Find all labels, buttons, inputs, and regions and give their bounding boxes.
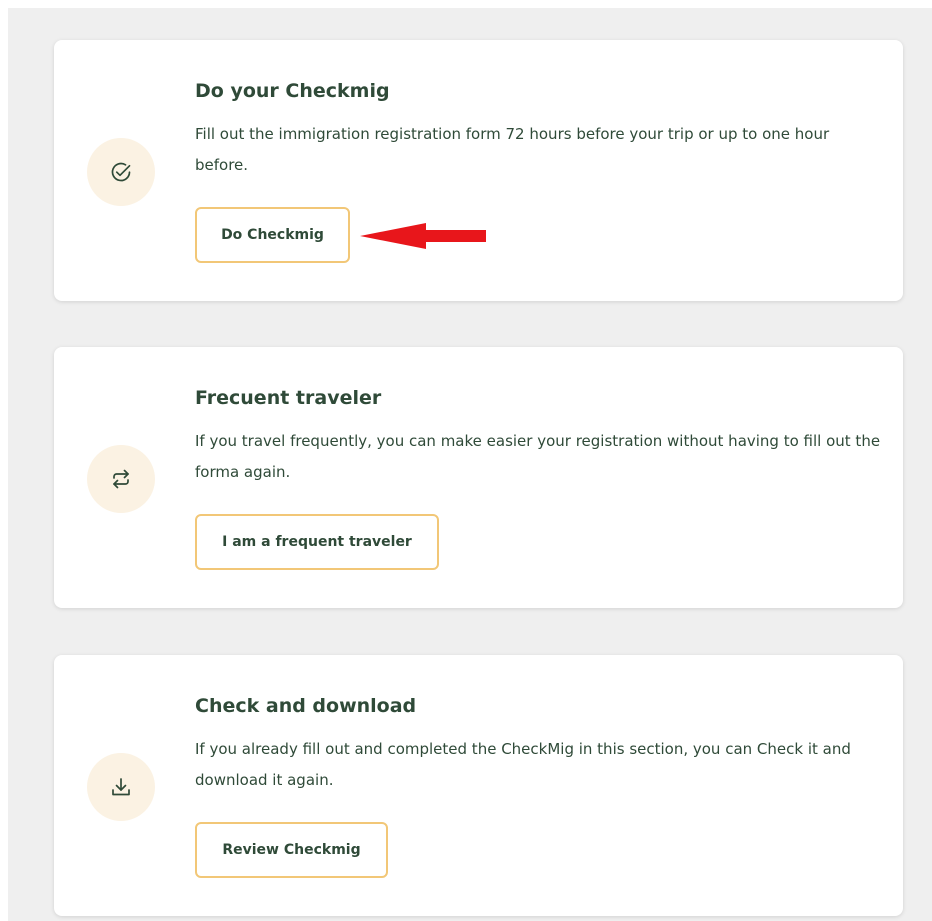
do-checkmig-button[interactable]: Do Checkmig	[195, 207, 350, 263]
card-do-checkmig: Do your Checkmig Fill out the immigratio…	[54, 40, 903, 301]
card-title: Frecuent traveler	[195, 387, 382, 409]
icon-circle	[87, 445, 155, 513]
card-frequent-traveler: Frecuent traveler If you travel frequent…	[54, 347, 903, 608]
icon-circle	[87, 753, 155, 821]
card-description: Fill out the immigration registration fo…	[195, 125, 830, 174]
card-description: If you travel frequently, you can make e…	[195, 432, 881, 481]
card-check-download: Check and download If you already fill o…	[54, 655, 903, 916]
icon-circle	[87, 138, 155, 206]
check-circle-icon	[111, 162, 131, 182]
card-title: Do your Checkmig	[195, 80, 390, 102]
annotation-arrow-icon	[360, 223, 486, 249]
card-title: Check and download	[195, 695, 417, 717]
card-description: If you already fill out and completed th…	[195, 740, 851, 789]
frequent-traveler-button[interactable]: I am a frequent traveler	[195, 514, 439, 570]
download-icon	[112, 778, 130, 796]
review-checkmig-button[interactable]: Review Checkmig	[195, 822, 388, 878]
repeat-arrows-icon	[113, 469, 129, 489]
